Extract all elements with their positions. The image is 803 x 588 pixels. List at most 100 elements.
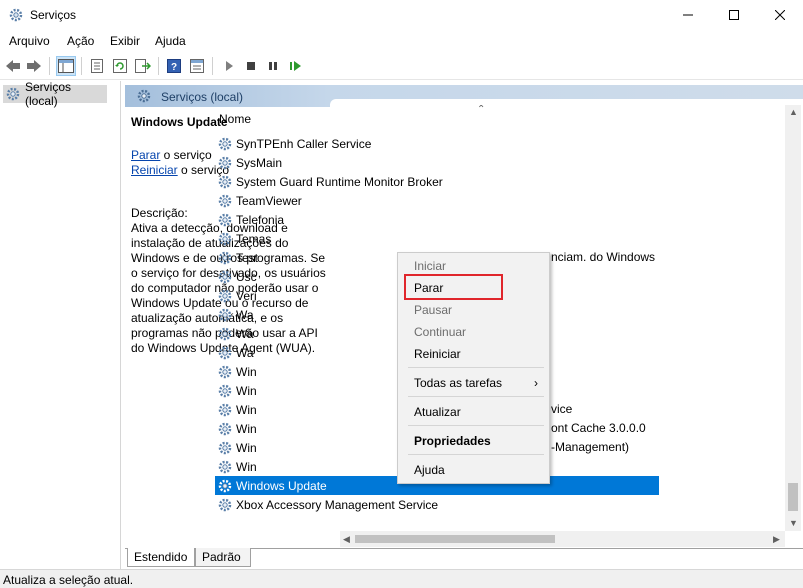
- tree-item-services-local[interactable]: Serviços (local): [3, 80, 107, 108]
- service-gear-icon: [218, 403, 232, 416]
- window-title: Serviços: [30, 8, 77, 22]
- horizontal-scrollbar[interactable]: ◀ ▶: [340, 531, 785, 547]
- menu-arquivo[interactable]: Arquivo: [9, 34, 50, 48]
- service-name: TeamViewer: [236, 193, 302, 208]
- service-gear-icon: [218, 289, 232, 302]
- menu-item-label: Continuar: [414, 325, 467, 339]
- menu-ajuda[interactable]: Ajuda: [155, 34, 186, 48]
- service-gear-icon: [218, 156, 232, 169]
- service-gear-icon: [218, 308, 232, 321]
- menu-exibir[interactable]: Exibir: [110, 34, 140, 48]
- chevron-right-icon: ›: [534, 376, 538, 390]
- pause-icon: [269, 62, 277, 70]
- restart-service-link[interactable]: Reiniciar: [131, 163, 178, 177]
- menu-acao[interactable]: Ação: [67, 34, 94, 48]
- service-gear-icon: [218, 479, 232, 492]
- tree-item-label: Serviços (local): [25, 80, 72, 108]
- pane-header-title: Serviços (local): [161, 90, 244, 104]
- menu-item-label: Reiniciar: [414, 347, 461, 361]
- services-gear-icon: [9, 8, 23, 22]
- service-name: Test: [236, 250, 259, 265]
- service-gear-icon: [218, 327, 232, 340]
- menu-item-ajuda[interactable]: Ajuda: [399, 459, 548, 481]
- stop-service-button[interactable]: [241, 56, 261, 76]
- scroll-down-icon[interactable]: ▼: [789, 518, 798, 528]
- service-name: Telefonia: [236, 212, 285, 227]
- status-bar: Atualiza a seleção atual.: [0, 569, 803, 588]
- start-service-button[interactable]: [219, 56, 239, 76]
- service-row[interactable]: Xbox Accessory Management Service: [215, 495, 659, 514]
- service-name-tail: vice: [551, 402, 573, 416]
- column-header-nome[interactable]: Nome: [219, 112, 251, 126]
- stop-icon: [247, 62, 255, 70]
- service-name: Windows Update: [236, 478, 327, 493]
- play-icon: [226, 61, 233, 71]
- menu-separator: [408, 367, 544, 368]
- view-tabs: Estendido Padrão: [125, 548, 803, 568]
- pane-header: Serviços (local): [125, 85, 803, 107]
- service-gear-icon: [218, 175, 232, 188]
- service-name: Temas: [236, 231, 272, 246]
- menu-item-propriedades[interactable]: Propriedades: [399, 430, 548, 452]
- toolbar: ?: [0, 52, 803, 80]
- service-name: Win: [236, 402, 257, 417]
- service-gear-icon: [218, 498, 232, 511]
- service-name: System Guard Runtime Monitor Broker: [236, 174, 443, 189]
- service-row[interactable]: Telefonia: [215, 210, 659, 229]
- service-row[interactable]: Temas: [215, 229, 659, 248]
- pause-service-button[interactable]: [263, 56, 283, 76]
- svg-text:?: ?: [171, 62, 177, 73]
- back-button[interactable]: [3, 56, 23, 76]
- service-gear-icon: [218, 460, 232, 473]
- menu-item-atualizar[interactable]: Atualizar: [399, 401, 548, 423]
- service-row[interactable]: TeamViewer: [215, 191, 659, 210]
- vertical-scrollbar[interactable]: ▲ ▼: [785, 105, 801, 531]
- menu-item-todas-as-tarefas[interactable]: Todas as tarefas ›: [399, 372, 548, 394]
- service-name: Xbox Accessory Management Service: [236, 497, 439, 512]
- forward-button[interactable]: [24, 56, 44, 76]
- stop-service-link[interactable]: Parar: [131, 148, 160, 162]
- service-name-tail: -Management): [551, 440, 630, 454]
- service-gear-icon: [218, 137, 232, 150]
- help-button[interactable]: ?: [164, 56, 184, 76]
- service-name: Usc: [236, 269, 257, 284]
- close-button[interactable]: [757, 0, 803, 30]
- menu-bar: Arquivo Ação Exibir Ajuda: [0, 31, 803, 51]
- scroll-left-icon[interactable]: ◀: [343, 534, 350, 545]
- refresh-button[interactable]: [110, 56, 130, 76]
- refresh-icon: [113, 59, 127, 73]
- service-row[interactable]: SysMain: [215, 153, 659, 172]
- properties-button[interactable]: [87, 56, 107, 76]
- service-name: Veri: [236, 288, 257, 303]
- help-icon: ?: [167, 59, 181, 73]
- restart-service-button[interactable]: [286, 56, 306, 76]
- service-row[interactable]: System Guard Runtime Monitor Broker: [215, 172, 659, 191]
- menu-separator: [408, 396, 544, 397]
- back-arrow-icon: [6, 60, 20, 72]
- service-name: Wa: [236, 326, 254, 341]
- view-button[interactable]: [187, 56, 207, 76]
- show-console-tree-button[interactable]: [56, 56, 76, 76]
- service-name: Win: [236, 459, 257, 474]
- menu-item-reiniciar[interactable]: Reiniciar: [399, 343, 548, 365]
- maximize-button[interactable]: [711, 0, 757, 30]
- service-gear-icon: [218, 441, 232, 454]
- tab-padrao[interactable]: Padrão: [195, 548, 251, 567]
- console-tree-icon: [58, 59, 74, 73]
- minimize-button[interactable]: [665, 0, 711, 30]
- vertical-scroll-thumb[interactable]: [788, 483, 798, 511]
- export-list-button[interactable]: [133, 56, 153, 76]
- service-name: Wa: [236, 345, 254, 360]
- service-gear-icon: [218, 422, 232, 435]
- tab-estendido[interactable]: Estendido: [127, 548, 195, 567]
- highlight-box: [404, 274, 503, 300]
- service-gear-icon: [218, 194, 232, 207]
- console-tree: Serviços (local): [0, 80, 121, 569]
- service-row[interactable]: SynTPEnh Caller Service: [215, 134, 659, 153]
- service-gear-icon: [218, 270, 232, 283]
- scroll-right-icon[interactable]: ▶: [773, 534, 780, 545]
- service-name-tail: nciam. do Windows: [551, 250, 656, 264]
- scroll-up-icon[interactable]: ▲: [789, 107, 798, 117]
- services-gear-icon: [6, 87, 20, 101]
- horizontal-scroll-thumb[interactable]: [355, 535, 555, 543]
